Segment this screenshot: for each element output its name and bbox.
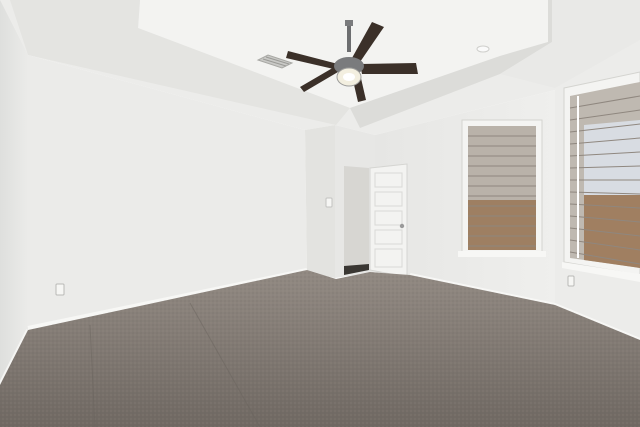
light-switch xyxy=(325,197,333,208)
window-1 xyxy=(458,119,546,257)
doorway xyxy=(344,166,369,275)
recessed-light-icon xyxy=(476,45,490,53)
outlet-icon xyxy=(567,275,575,287)
door-knob-icon xyxy=(399,223,405,229)
window-2 xyxy=(562,71,640,282)
fan-blade-right xyxy=(360,63,418,74)
outlet-icon xyxy=(55,283,65,296)
empty-room-photo xyxy=(0,0,640,427)
open-door xyxy=(369,163,408,278)
left-wall xyxy=(0,0,28,385)
